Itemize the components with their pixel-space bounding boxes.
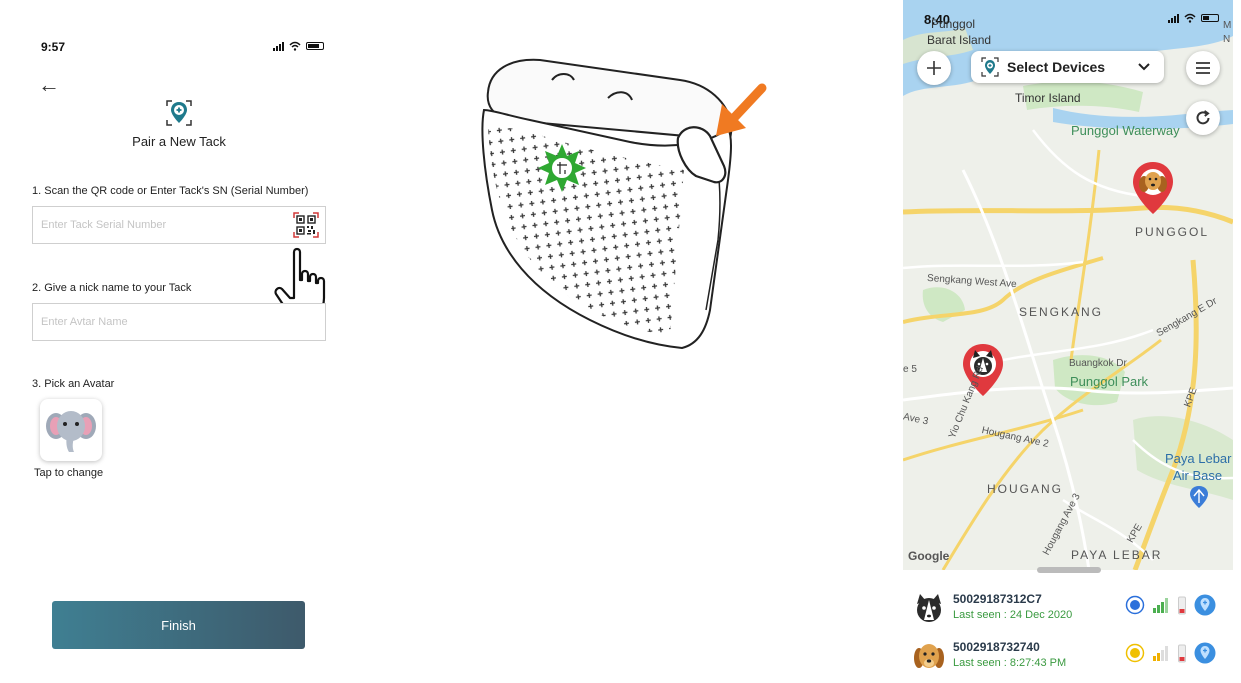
device-row[interactable]: 50029187312C7 Last seen : 24 Dec 2020 xyxy=(903,588,1233,634)
map-label-punggol: Punggol xyxy=(931,17,976,31)
nickname-field[interactable] xyxy=(32,303,326,341)
avatar-caption: Tap to change xyxy=(34,467,104,479)
chevron-down-icon xyxy=(1138,63,1150,71)
device-id: 50029187312C7 xyxy=(953,592,1042,606)
device-id: 5002918732740 xyxy=(953,640,1040,654)
battery-low-icon xyxy=(1178,644,1186,663)
refresh-icon xyxy=(1196,110,1210,125)
step1-label: 1. Scan the QR code or Enter Tack's SN (… xyxy=(32,185,309,197)
serial-field[interactable] xyxy=(32,206,326,244)
device-list: 50029187312C7 Last seen : 24 Dec 2020 50… xyxy=(903,576,1233,683)
serial-input[interactable] xyxy=(33,207,273,243)
refresh-button[interactable] xyxy=(1186,101,1220,135)
wifi-icon xyxy=(289,41,301,51)
menu-button[interactable] xyxy=(1186,51,1220,85)
signal-strength-icon xyxy=(1153,646,1168,661)
tracker-device-illustration xyxy=(481,58,767,350)
select-devices-dropdown[interactable]: Select Devices xyxy=(971,51,1164,83)
location-badge-icon[interactable] xyxy=(1194,594,1216,616)
add-device-button[interactable] xyxy=(917,51,951,85)
map-label-buangkok: Buangkok Dr xyxy=(1069,358,1127,369)
map-label-air-base: Air Base xyxy=(1173,468,1223,483)
device-row[interactable]: 5002918732740 Last seen : 8:27:43 PM xyxy=(903,636,1233,682)
location-add-icon xyxy=(166,100,192,126)
map-wifi-icon xyxy=(1184,13,1196,23)
battery-low-icon xyxy=(1178,596,1186,615)
nickname-input[interactable] xyxy=(33,304,273,340)
map-status-icons xyxy=(1168,13,1219,23)
battery-icon xyxy=(306,42,324,50)
map-signal-icon xyxy=(1168,13,1179,23)
map-label-ave5: e 5 xyxy=(903,364,917,375)
location-badge-icon[interactable] xyxy=(1194,642,1216,664)
back-arrow-icon[interactable]: ← xyxy=(38,74,60,96)
page-title: Pair a New Tack xyxy=(132,134,226,149)
status-dot-blue-icon xyxy=(1125,595,1145,615)
map-label-paya-lebar: PAYA LEBAR xyxy=(1071,548,1163,562)
hamburger-icon xyxy=(1196,62,1210,74)
status-bar: 9:57 xyxy=(16,30,342,64)
map-label-timor-island: Timor Island xyxy=(1015,91,1081,105)
plus-icon xyxy=(927,61,941,75)
device-last-seen: Last seen : 8:27:43 PM xyxy=(953,657,1067,669)
map-label-sengkang: SENGKANG xyxy=(1019,305,1104,319)
map-label-corner-n: N xyxy=(1223,34,1231,45)
signal-icon xyxy=(273,41,284,51)
status-time: 9:57 xyxy=(41,40,66,54)
map-label-paya-lebar-1: Paya Lebar xyxy=(1165,451,1232,466)
device-location-icon xyxy=(981,57,999,77)
map-screen: 8:40 Punggol Barat Island Timor Island P… xyxy=(903,0,1233,683)
bottom-sheet-handle[interactable] xyxy=(1037,567,1101,573)
map-label-punggol-park: Punggol Park xyxy=(1070,374,1149,389)
map-label-punggol-area: PUNGGOL xyxy=(1135,225,1210,239)
dog-husky-icon xyxy=(917,594,941,622)
avatar-picker[interactable] xyxy=(40,399,102,461)
map-battery-icon xyxy=(1201,14,1219,22)
dog-golden-icon xyxy=(914,644,944,668)
finish-button[interactable]: Finish xyxy=(52,601,305,649)
map-label-punggol-waterway: Punggol Waterway xyxy=(1071,123,1180,138)
google-logo: Google xyxy=(908,549,950,563)
map-label-hougang: HOUGANG xyxy=(987,482,1064,496)
device-last-seen: Last seen : 24 Dec 2020 xyxy=(953,609,1073,621)
device-status-icons xyxy=(1125,642,1216,664)
status-dot-yellow-icon xyxy=(1125,643,1145,663)
select-devices-label: Select Devices xyxy=(1007,59,1106,75)
device-status-icons xyxy=(1125,594,1216,616)
map-label-barat-island: Barat Island xyxy=(927,33,992,47)
elephant-icon xyxy=(46,411,96,452)
pair-screen: 9:57 ← Pair a New Tack 1. Scan the QR co… xyxy=(16,30,342,660)
step2-label: 2. Give a nick name to your Tack xyxy=(32,282,192,294)
signal-strength-icon xyxy=(1153,598,1168,613)
status-icons xyxy=(273,41,324,51)
map-label-corner-m: M xyxy=(1223,20,1232,31)
qr-scan-icon[interactable] xyxy=(293,212,319,238)
step3-label: 3. Pick an Avatar xyxy=(32,378,115,390)
